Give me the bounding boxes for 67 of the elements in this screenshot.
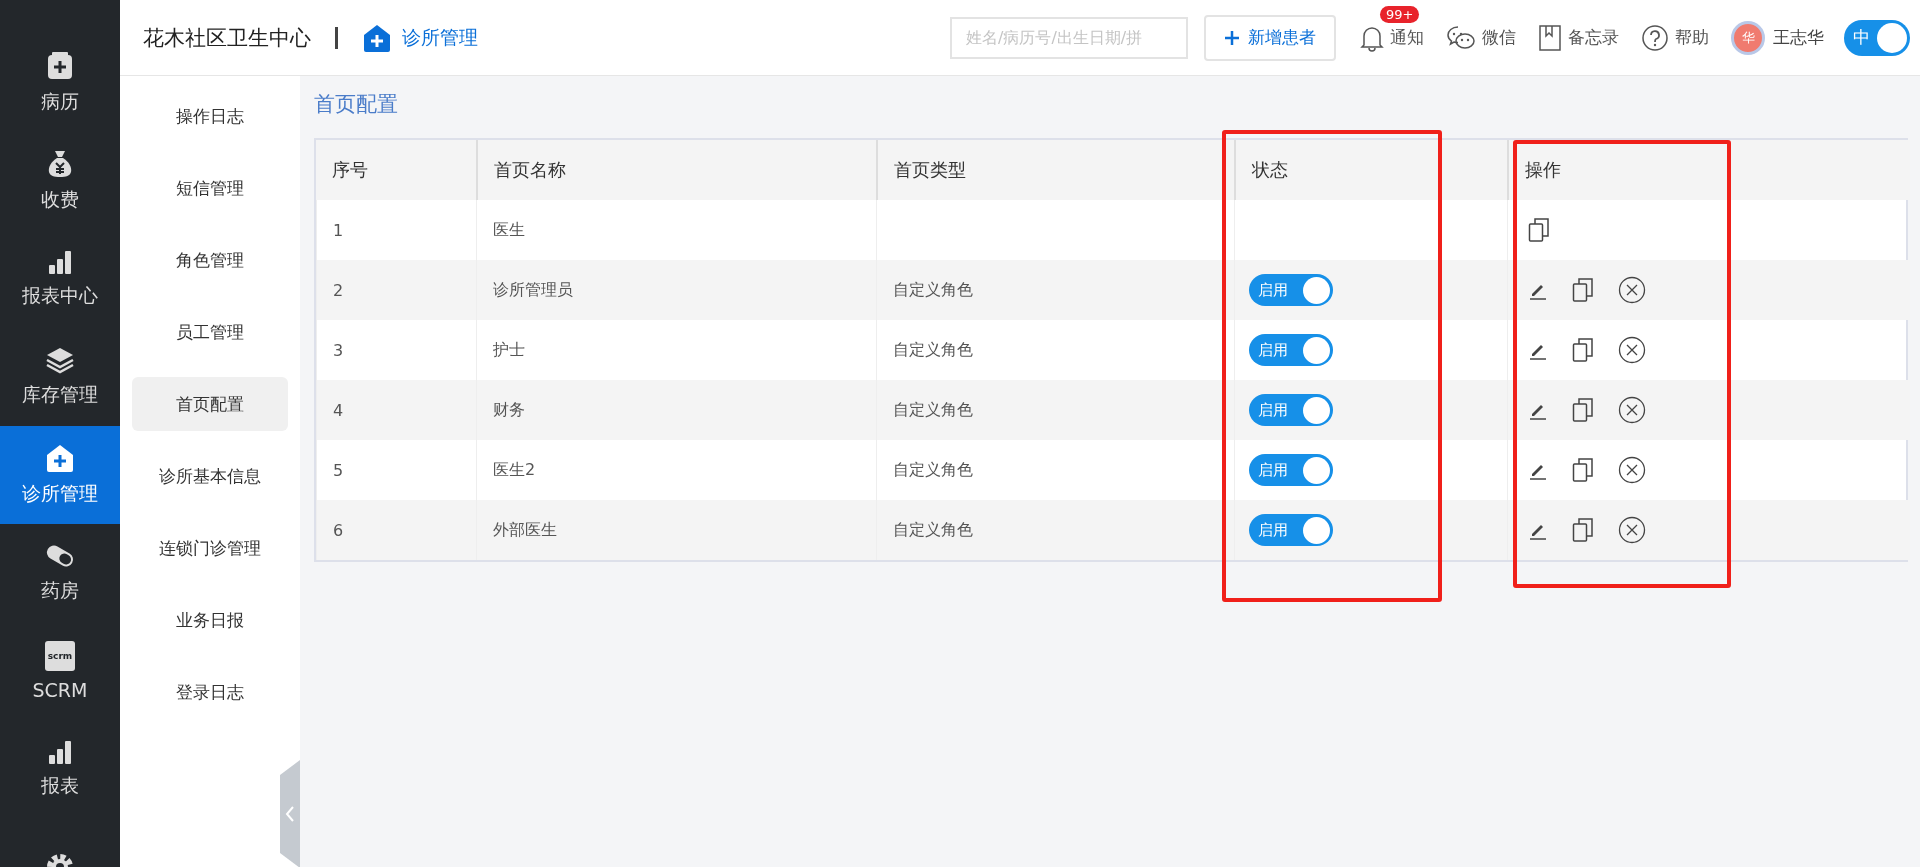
column-header: 首页类型 (876, 140, 1234, 200)
submenu-item[interactable]: 连锁门诊管理 (132, 521, 288, 575)
toolbar-link[interactable]: 帮助 (1641, 23, 1709, 52)
delete-icon[interactable] (1618, 516, 1646, 544)
nav-item[interactable]: 库存管理 (0, 328, 120, 426)
help-icon (1641, 23, 1669, 52)
medical-record-icon (45, 51, 75, 81)
book-icon (1538, 23, 1562, 52)
submenu-item[interactable]: 登录日志 (132, 665, 288, 719)
column-header: 序号 (316, 140, 476, 200)
module-title: 诊所管理 (402, 24, 478, 50)
submenu-item[interactable]: 员工管理 (132, 305, 288, 359)
copy-icon[interactable] (1528, 217, 1550, 243)
layers-icon (45, 346, 75, 374)
submenu-item[interactable]: 角色管理 (132, 233, 288, 287)
table-cell: 4 (316, 380, 476, 440)
submenu-item[interactable]: 操作日志 (132, 89, 288, 143)
toolbar-link[interactable]: 通知 (1360, 23, 1424, 52)
toolbar-link[interactable]: 备忘录 (1538, 23, 1619, 52)
scrm-logo-icon: scrm (45, 641, 75, 671)
house-plus-icon (362, 22, 392, 53)
toolbar-link[interactable]: 微信 (1446, 24, 1516, 51)
table-cell: 6 (316, 500, 476, 560)
submenu-item[interactable]: 诊所基本信息 (132, 449, 288, 503)
page-title: 首页配置 (314, 91, 399, 118)
notification-badge: 99+ (1380, 5, 1420, 23)
table-cell: 自定义角色 (893, 519, 973, 541)
table-cell: 自定义角色 (893, 279, 973, 301)
nav-item[interactable]: 报表 (0, 720, 120, 818)
bar-chart-icon (47, 739, 73, 765)
clinic-name: 花木社区卫生中心 (143, 24, 311, 52)
copy-icon[interactable] (1572, 277, 1594, 303)
nav-item[interactable]: 收费 (0, 132, 120, 230)
copy-icon[interactable] (1572, 517, 1594, 543)
copy-icon[interactable] (1572, 397, 1594, 423)
table-cell: 自定义角色 (893, 399, 973, 421)
table-cell: 自定义角色 (893, 339, 973, 361)
table-cell: 自定义角色 (893, 459, 973, 481)
nav-item[interactable]: 报表中心 (0, 230, 120, 328)
table-cell: 2 (316, 260, 476, 320)
delete-icon[interactable] (1618, 456, 1646, 484)
submenu-item[interactable]: 短信管理 (132, 161, 288, 215)
copy-icon[interactable] (1572, 337, 1594, 363)
column-header: 首页名称 (476, 140, 876, 200)
submenu-item[interactable]: 首页配置 (132, 377, 288, 431)
chevron-left-icon (285, 805, 295, 823)
submenu-item[interactable]: 业务日报 (132, 593, 288, 647)
chat-bubbles-icon (1446, 24, 1476, 51)
house-plus-icon (45, 443, 75, 473)
nav-item[interactable]: 诊所管理 (0, 426, 120, 524)
nav-item[interactable]: 病历 (0, 34, 120, 132)
add-patient-button[interactable]: 新增患者 (1204, 14, 1336, 61)
table-cell: 外部医生 (476, 500, 876, 560)
column-header: 状态 (1234, 140, 1507, 200)
search-field[interactable]: 姓名/病历号/出生日期/拼 (950, 16, 1188, 59)
copy-icon[interactable] (1572, 457, 1594, 483)
delete-icon[interactable] (1618, 276, 1646, 304)
nav-item[interactable]: 药房 (0, 524, 120, 622)
user-name[interactable]: 王志华 (1773, 26, 1824, 49)
nav-item[interactable]: scrm SCRM (0, 622, 120, 720)
table-cell: 诊所管理员 (476, 260, 876, 320)
bar-chart-icon (47, 249, 73, 275)
delete-icon[interactable] (1618, 396, 1646, 424)
delete-icon[interactable] (1618, 336, 1646, 364)
column-header: 操作 (1507, 140, 1910, 200)
plus-icon (1224, 29, 1240, 46)
table-cell: 财务 (476, 380, 876, 440)
